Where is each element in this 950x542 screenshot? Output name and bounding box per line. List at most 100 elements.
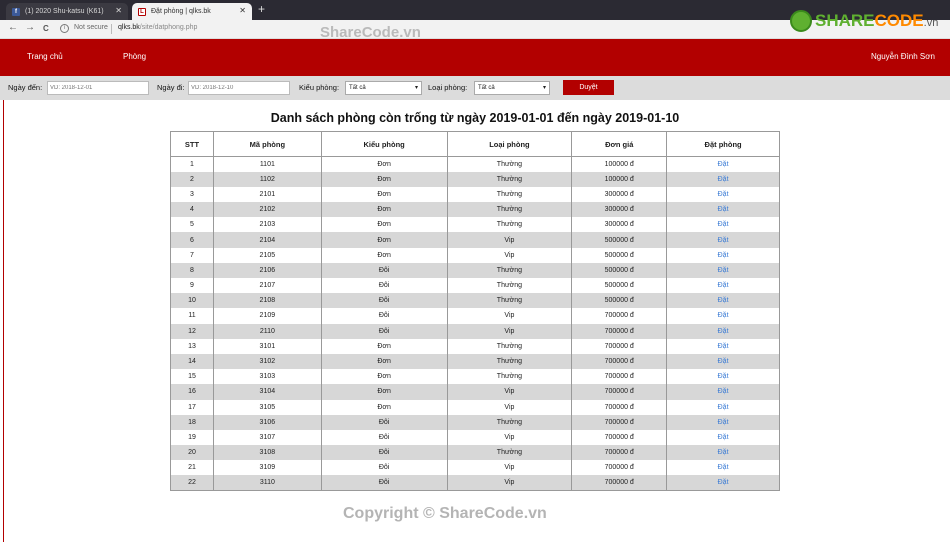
reload-icon[interactable]: C	[43, 24, 49, 33]
close-icon[interactable]: ✕	[115, 6, 122, 15]
cell-stt: 2	[170, 171, 214, 187]
cell-room-type: Vip	[446, 384, 573, 400]
book-link[interactable]: Đặt	[718, 343, 729, 350]
cell-price: 500000 đ	[571, 262, 668, 278]
cell-room-code: 2109	[212, 308, 322, 324]
cell-stt: 1	[170, 156, 214, 172]
cell-price: 700000 đ	[571, 308, 668, 324]
cell-book: Đặt	[666, 429, 780, 446]
cell-room-kind: Đơn	[320, 171, 448, 187]
cell-room-kind: Đôi	[320, 445, 448, 461]
table-row: 6 2104 Đơn Vip 500000 đ Đặt	[170, 232, 780, 248]
cell-stt: 19	[170, 429, 214, 446]
table-row: 5 2103 Đơn Thường 300000 đ Đặt	[170, 217, 780, 233]
book-link[interactable]: Đặt	[718, 267, 729, 274]
cell-room-code: 2106	[212, 262, 322, 278]
book-link[interactable]: Đặt	[718, 358, 729, 365]
book-link[interactable]: Đặt	[718, 161, 729, 168]
book-link[interactable]: Đặt	[718, 479, 729, 486]
cell-room-kind: Đôi	[320, 308, 448, 324]
nav-rooms[interactable]: Phòng	[123, 52, 146, 61]
book-link[interactable]: Đặt	[718, 252, 729, 259]
browse-button[interactable]: Duyệt	[563, 80, 614, 95]
cell-book: Đặt	[666, 262, 780, 278]
url-field[interactable]: qlks.bk/site/datphong.php	[118, 24, 197, 31]
cell-room-code: 2101	[212, 186, 322, 203]
cell-book: Đặt	[666, 156, 780, 172]
table-row: 3 2101 Đơn Thường 300000 đ Đặt	[170, 186, 780, 203]
table-row: 8 2106 Đôi Thường 500000 đ Đặt	[170, 262, 780, 278]
arrive-date-label: Ngày đến:	[8, 83, 43, 92]
back-arrow-icon[interactable]: ←	[8, 22, 18, 33]
browser-tab-datphong[interactable]: L Đặt phòng | qlks.bk ✕	[132, 3, 252, 20]
cell-room-type: Thường	[446, 353, 573, 370]
room-kind-select[interactable]: Tất cả ▾	[345, 81, 422, 95]
cell-room-kind: Đơn	[320, 202, 448, 218]
cell-room-kind: Đôi	[320, 323, 448, 339]
cell-room-kind: Đôi	[320, 278, 448, 294]
cell-price: 500000 đ	[571, 247, 668, 263]
book-link[interactable]: Đặt	[718, 282, 729, 289]
cell-price: 300000 đ	[571, 217, 668, 233]
cell-price: 500000 đ	[571, 278, 668, 294]
cell-book: Đặt	[666, 202, 780, 218]
new-tab-button[interactable]: +	[258, 2, 265, 16]
book-link[interactable]: Đặt	[718, 221, 729, 228]
cell-stt: 3	[170, 186, 214, 203]
forward-arrow-icon[interactable]: →	[25, 22, 35, 33]
arrive-date-input[interactable]	[47, 81, 149, 95]
cell-book: Đặt	[666, 217, 780, 233]
cell-room-type: Thường	[446, 293, 573, 309]
cell-room-code: 2107	[212, 278, 322, 294]
cell-price: 700000 đ	[571, 445, 668, 461]
cell-room-kind: Đơn	[320, 232, 448, 248]
book-link[interactable]: Đặt	[718, 373, 729, 380]
table-row: 19 3107 Đôi Vip 700000 đ Đặt	[170, 429, 780, 446]
book-link[interactable]: Đặt	[718, 237, 729, 244]
book-link[interactable]: Đặt	[718, 312, 729, 319]
info-icon[interactable]: i	[60, 24, 69, 33]
book-link[interactable]: Đặt	[718, 388, 729, 395]
cell-book: Đặt	[666, 384, 780, 400]
book-link[interactable]: Đặt	[718, 449, 729, 456]
table-row: 10 2108 Đôi Thường 500000 đ Đặt	[170, 293, 780, 309]
browser-tab-facebook[interactable]: f (1) 2020 Shu-katsu (K61) ✕	[6, 3, 128, 20]
book-link[interactable]: Đặt	[718, 434, 729, 441]
cell-room-type: Thường	[446, 217, 573, 233]
cell-room-kind: Đôi	[320, 429, 448, 446]
book-link[interactable]: Đặt	[718, 328, 729, 335]
book-link[interactable]: Đặt	[718, 297, 729, 304]
logo-main: SHARE	[815, 11, 875, 30]
chevron-down-icon: ▾	[414, 85, 418, 91]
column-header-book: Đặt phòng	[666, 131, 780, 157]
cell-room-code: 3101	[212, 338, 322, 354]
book-link[interactable]: Đặt	[718, 176, 729, 183]
cell-book: Đặt	[666, 171, 780, 187]
nav-home[interactable]: Trang chủ	[27, 52, 63, 61]
cell-stt: 18	[170, 414, 214, 430]
book-link[interactable]: Đặt	[718, 206, 729, 213]
cell-stt: 15	[170, 369, 214, 385]
cell-room-kind: Đơn	[320, 399, 448, 415]
cell-stt: 8	[170, 262, 214, 278]
cell-room-kind: Đơn	[320, 156, 448, 172]
room-type-select[interactable]: Tất cả ▾	[474, 81, 550, 95]
table-row: 4 2102 Đơn Thường 300000 đ Đặt	[170, 202, 780, 218]
user-name[interactable]: Nguyễn Đình Sơn	[871, 52, 935, 61]
book-link[interactable]: Đặt	[718, 464, 729, 471]
close-icon[interactable]: ✕	[239, 6, 246, 15]
cell-stt: 17	[170, 399, 214, 415]
book-link[interactable]: Đặt	[718, 419, 729, 426]
cell-book: Đặt	[666, 247, 780, 263]
cell-book: Đặt	[666, 460, 780, 476]
cell-room-code: 3102	[212, 353, 322, 370]
facebook-icon: f	[12, 7, 20, 16]
book-link[interactable]: Đặt	[718, 191, 729, 198]
cell-room-type: Thường	[446, 262, 573, 278]
table-row: 7 2105 Đơn Vip 500000 đ Đặt	[170, 247, 780, 263]
cell-room-code: 2110	[212, 323, 322, 339]
leave-date-input[interactable]	[188, 81, 290, 95]
book-link[interactable]: Đặt	[718, 404, 729, 411]
cell-room-type: Thường	[446, 202, 573, 218]
cell-book: Đặt	[666, 445, 780, 461]
